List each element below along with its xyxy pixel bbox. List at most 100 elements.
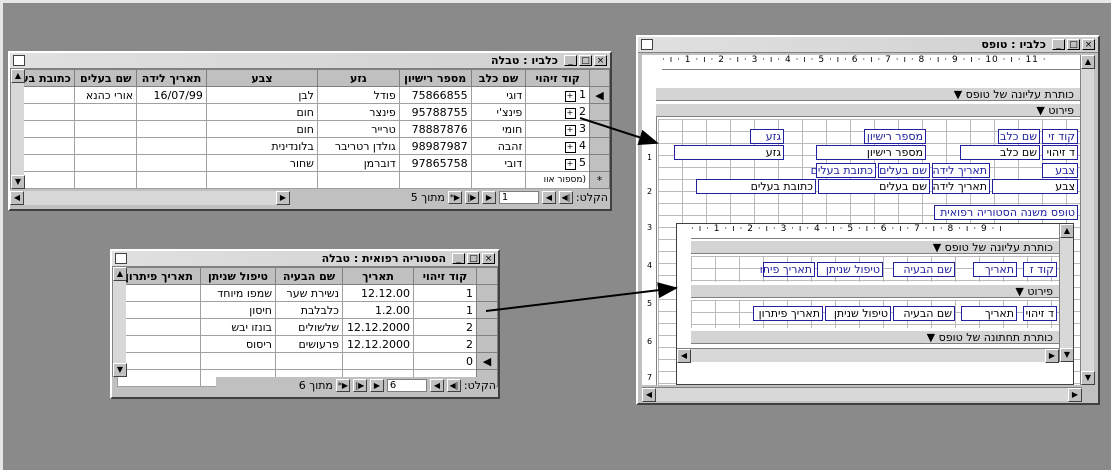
new-record-button[interactable]: ▶* bbox=[447, 190, 462, 204]
close-button[interactable]: × bbox=[1082, 39, 1095, 50]
column-header[interactable]: תאריך פיתרון bbox=[117, 267, 201, 285]
vertical-scrollbar[interactable]: ▲ ▼ bbox=[10, 69, 25, 189]
scroll-left-arrow[interactable]: ◀ bbox=[642, 388, 656, 402]
scroll-right-arrow[interactable]: ▶ bbox=[1045, 349, 1059, 363]
column-header[interactable]: טיפול שניתן bbox=[200, 267, 276, 285]
table-row[interactable]: 4 + זהבה 98987987 גולדן רטריבר בלונדינית bbox=[9, 137, 610, 155]
form-horizontal-scrollbar[interactable]: ◀ ▶ bbox=[642, 387, 1082, 402]
label-birth[interactable]: תאריך לידה bbox=[932, 163, 990, 178]
empty-cell[interactable] bbox=[398, 171, 472, 189]
empty-cell[interactable] bbox=[316, 171, 400, 189]
sub-label-resolved[interactable]: תאריך פיתו bbox=[760, 262, 815, 277]
name-cell[interactable]: זהבה bbox=[470, 137, 527, 155]
license-cell[interactable]: 98987987 bbox=[398, 137, 472, 155]
column-header[interactable]: קוד זיהוי bbox=[525, 69, 591, 87]
color-cell[interactable]: בלונדינית bbox=[205, 137, 318, 155]
new-id-cell[interactable]: (מספור אוו bbox=[525, 171, 591, 189]
treatment-cell[interactable]: ריסוס bbox=[200, 335, 276, 353]
label-id[interactable]: קוד זי bbox=[1042, 129, 1078, 144]
row-selector[interactable] bbox=[589, 120, 610, 138]
row-selector[interactable] bbox=[476, 284, 498, 302]
table-row[interactable]: ◀ 1 + דוגי 75866855 פודל לבן 16/07/99 או… bbox=[9, 86, 610, 104]
empty-cell[interactable] bbox=[74, 171, 138, 189]
new-record-marker[interactable]: * bbox=[589, 171, 610, 189]
scroll-left-arrow[interactable]: ◀ bbox=[10, 191, 24, 205]
license-cell[interactable]: 75866855 bbox=[398, 86, 472, 104]
maximize-button[interactable]: □ bbox=[1067, 39, 1080, 50]
birth-cell[interactable] bbox=[136, 137, 207, 155]
license-cell[interactable]: 95788755 bbox=[398, 103, 472, 121]
row-selector[interactable] bbox=[589, 137, 610, 155]
row-selector[interactable] bbox=[589, 103, 610, 121]
scroll-left-arrow[interactable]: ◀ bbox=[677, 349, 691, 363]
prev-record-button[interactable]: ◀ bbox=[541, 190, 556, 204]
row-selector[interactable] bbox=[476, 301, 498, 319]
minimize-button[interactable]: _ bbox=[564, 55, 577, 66]
record-number-input[interactable]: 1 bbox=[498, 190, 539, 204]
field-dog-name[interactable]: שם כלב bbox=[960, 145, 1040, 160]
resolved-cell[interactable] bbox=[117, 335, 201, 353]
vertical-scrollbar[interactable]: ▲ ▼ bbox=[112, 267, 127, 377]
row-selector[interactable] bbox=[476, 318, 498, 336]
next-record-button[interactable]: ▶ bbox=[369, 378, 384, 392]
field-id[interactable]: ד זיהוי bbox=[1042, 145, 1078, 160]
table-row[interactable]: 2 12.12.2000 פרעושים ריסוס bbox=[117, 335, 498, 353]
table-row[interactable]: 2 12.12.2000 שלשולים בונזו יבש bbox=[117, 318, 498, 336]
color-cell[interactable]: חום bbox=[205, 103, 318, 121]
field-breed[interactable]: גזע bbox=[674, 145, 784, 160]
birth-cell[interactable] bbox=[136, 103, 207, 121]
scroll-down-arrow[interactable]: ▼ bbox=[1060, 348, 1073, 362]
expand-icon[interactable]: + bbox=[564, 108, 576, 119]
resolved-cell[interactable] bbox=[117, 284, 201, 302]
breed-cell[interactable]: טרייר bbox=[316, 120, 400, 138]
owner-cell[interactable] bbox=[74, 120, 138, 138]
name-cell[interactable]: דוגי bbox=[470, 86, 527, 104]
column-header[interactable]: גזע bbox=[316, 69, 400, 87]
expand-icon[interactable]: + bbox=[564, 125, 576, 136]
id-cell[interactable]: 4 + bbox=[525, 137, 591, 155]
subform-label[interactable]: טופס משנה הסטוריה רפואית bbox=[934, 205, 1078, 220]
empty-cell[interactable] bbox=[275, 352, 343, 370]
label-license[interactable]: מספר רישיון bbox=[864, 129, 926, 144]
expand-icon[interactable]: + bbox=[564, 159, 576, 170]
detail-section[interactable]: פירוט ▼ bbox=[656, 103, 1080, 117]
id-cell[interactable]: 2 bbox=[413, 335, 477, 353]
field-birth[interactable]: תאריך לידה bbox=[932, 179, 990, 194]
birth-cell[interactable]: 16/07/99 bbox=[136, 86, 207, 104]
id-cell[interactable]: 2 + bbox=[525, 103, 591, 121]
birth-cell[interactable] bbox=[136, 120, 207, 138]
expand-icon[interactable]: + bbox=[564, 142, 576, 153]
maximize-button[interactable]: □ bbox=[579, 55, 592, 66]
column-header[interactable]: קוד זיהוי bbox=[413, 267, 477, 285]
first-record-button[interactable]: |◀ bbox=[558, 190, 573, 204]
label-breed[interactable]: גזע bbox=[750, 129, 784, 144]
new-record-row[interactable]: * (מספור אוו bbox=[9, 171, 610, 189]
empty-cell[interactable] bbox=[342, 352, 414, 370]
field-owner[interactable]: שם בעלים bbox=[818, 179, 930, 194]
breed-cell[interactable]: פודל bbox=[316, 86, 400, 104]
id-cell[interactable]: 2 bbox=[413, 318, 477, 336]
expand-icon[interactable]: + bbox=[564, 91, 576, 102]
id-cell[interactable]: 1 + bbox=[525, 86, 591, 104]
field-color[interactable]: צבע bbox=[992, 179, 1078, 194]
empty-cell[interactable] bbox=[117, 352, 201, 370]
name-cell[interactable]: פינצ'י bbox=[470, 103, 527, 121]
label-color[interactable]: צבע bbox=[1042, 163, 1078, 178]
treatment-cell[interactable]: שמפו מיוחד bbox=[200, 284, 276, 302]
label-address[interactable]: כתובת בעלים bbox=[811, 163, 876, 178]
field-address[interactable]: כתובת בעלים bbox=[696, 179, 816, 194]
owner-cell[interactable]: אורי כהנא bbox=[74, 86, 138, 104]
table-row[interactable]: 2 + פינצ'י 95788755 פינצר חום bbox=[9, 103, 610, 121]
breed-cell[interactable]: דוברמן bbox=[316, 154, 400, 172]
subform-header-section[interactable]: כותרת עליונה של טופס ▼ bbox=[691, 240, 1059, 254]
column-header[interactable]: שם הבעיה bbox=[275, 267, 343, 285]
last-record-button[interactable]: ▶| bbox=[464, 190, 479, 204]
sub-field-treatment[interactable]: טיפול שניתן bbox=[825, 306, 891, 321]
problem-cell[interactable]: פרעושים bbox=[275, 335, 343, 353]
scroll-down-arrow[interactable]: ▼ bbox=[11, 175, 25, 189]
next-record-button[interactable]: ▶ bbox=[481, 190, 496, 204]
subform-horizontal-scrollbar[interactable]: ◀ ▶ bbox=[677, 348, 1059, 363]
problem-cell[interactable]: נשירת שער bbox=[275, 284, 343, 302]
current-record-marker[interactable]: ◀ bbox=[589, 86, 610, 104]
treatment-cell[interactable]: בונזו יבש bbox=[200, 318, 276, 336]
